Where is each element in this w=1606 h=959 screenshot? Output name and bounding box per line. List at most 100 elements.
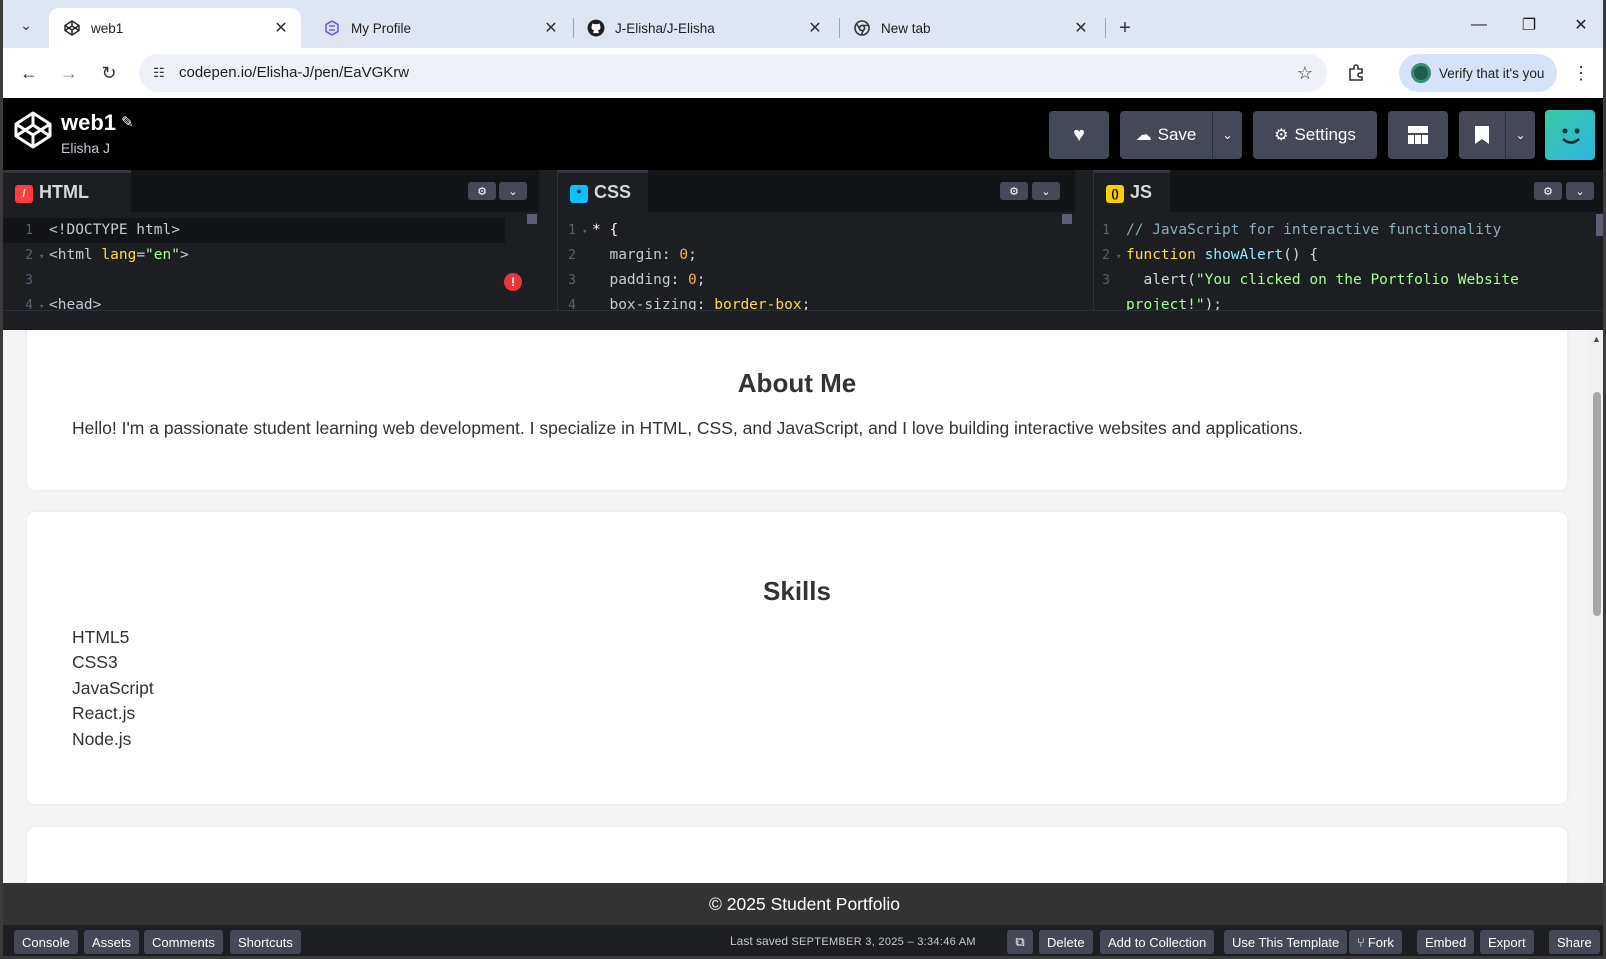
back-icon[interactable]: ←	[13, 57, 45, 89]
browser-toolbar: ← → ↻ ☷ codepen.io/Elisha-J/pen/EaVGKrw …	[3, 48, 1603, 98]
verify-label: Verify that it's you	[1439, 65, 1545, 81]
kebab-menu-icon[interactable]: ⋮	[1569, 60, 1593, 86]
chevron-down-icon: ⌄	[1222, 128, 1233, 142]
settings-button[interactable]: ⚙ Settings	[1253, 111, 1377, 159]
scrollbar-thumb[interactable]	[1062, 214, 1072, 224]
console-button[interactable]: Console	[14, 930, 78, 954]
heart-icon: ♥	[1073, 123, 1085, 146]
new-tab-icon[interactable]: +	[1111, 14, 1139, 42]
address-bar[interactable]: ☷ codepen.io/Elisha-J/pen/EaVGKrw ☆	[139, 54, 1327, 92]
site-info-icon[interactable]: ☷	[149, 63, 169, 83]
editor-header: () JS ⚙ ⌄	[1094, 170, 1603, 212]
delete-button[interactable]: Delete	[1039, 930, 1093, 954]
editor-panels: / HTML ⚙ ⌄ 1 <!DOCTYPE html> 2 ▾ <html lang…	[3, 170, 1603, 313]
scrollbar-thumb[interactable]	[1593, 392, 1601, 616]
codepen-logo-icon[interactable]	[13, 110, 53, 150]
close-icon[interactable]: ✕	[541, 18, 561, 38]
fork-button[interactable]: ⑂ Fork	[1349, 930, 1402, 954]
skill-item: HTML5	[72, 627, 130, 647]
gear-icon[interactable]: ⚙	[1534, 182, 1562, 200]
js-editor-tab[interactable]: () JS	[1094, 170, 1170, 212]
preview-pane: About Me Hello! I'm a passionate student…	[3, 330, 1588, 883]
comments-button[interactable]: Comments	[144, 930, 223, 954]
editor-label: CSS	[594, 182, 632, 202]
pen-title[interactable]: web1	[61, 110, 116, 136]
close-icon[interactable]: ✕	[1071, 18, 1091, 38]
window-close-icon[interactable]: ✕	[1561, 10, 1601, 40]
scrollbar-thumb[interactable]	[527, 214, 537, 224]
forward-icon[interactable]: →	[53, 57, 85, 89]
gear-icon[interactable]: ⚙	[468, 182, 496, 200]
shortcuts-button[interactable]: Shortcuts	[230, 930, 301, 954]
editor-resize-handle[interactable]	[3, 310, 1603, 330]
share-button[interactable]: Share	[1549, 930, 1600, 954]
love-button[interactable]: ♥	[1049, 111, 1109, 159]
skills-heading: Skills	[763, 576, 831, 606]
bookmark-button[interactable]	[1459, 111, 1505, 159]
codepen-header: web1 ✎ Elisha J ♥ ☁ Save ⌄ ⚙ Settings ⌄	[3, 98, 1603, 170]
extensions-icon[interactable]	[1343, 60, 1369, 86]
scrollbar-thumb[interactable]	[1596, 214, 1603, 236]
save-options-button[interactable]: ⌄	[1212, 111, 1242, 159]
restore-icon[interactable]: ❐	[1509, 10, 1549, 40]
add-to-collection-button[interactable]: Add to Collection	[1100, 930, 1215, 954]
tab-search-icon[interactable]: ⌄	[11, 10, 41, 40]
tab-my-profile[interactable]: My Profile ✕	[309, 8, 571, 48]
scroll-up-icon[interactable]: ▲	[1592, 334, 1601, 344]
about-text: Hello! I'm a passionate student learning…	[72, 418, 1303, 438]
user-avatar[interactable]	[1545, 110, 1595, 160]
assets-button[interactable]: Assets	[84, 930, 140, 954]
use-template-button[interactable]: Use This Template	[1224, 930, 1348, 954]
reload-icon[interactable]: ↻	[93, 57, 125, 89]
html-editor[interactable]: / HTML ⚙ ⌄ 1 <!DOCTYPE html> 2 ▾ <html lang…	[3, 170, 539, 313]
code-area[interactable]: 1// JavaScript for interactive functiona…	[1080, 218, 1592, 318]
bookmark-star-icon[interactable]: ☆	[1293, 61, 1317, 85]
minimize-icon[interactable]: —	[1459, 10, 1499, 40]
code-area[interactable]: 1 <!DOCTYPE html> 2 ▾ <html lang="en"> 3 4 ▾…	[3, 218, 539, 318]
css-editor-tab[interactable]: * CSS	[558, 170, 648, 212]
code-line: 3	[25, 273, 33, 288]
tab-new-tab[interactable]: New tab ✕	[839, 8, 1101, 48]
pen-author[interactable]: Elisha J	[61, 140, 110, 156]
close-icon[interactable]: ✕	[805, 18, 825, 38]
about-section: About Me Hello! I'm a passionate student…	[27, 330, 1567, 490]
skills-section: Skills HTML5 CSS3 JavaScript React.js No…	[27, 512, 1567, 804]
about-heading: About Me	[737, 368, 857, 398]
browser-window: ⌄ web1 ✕ My Profile ✕ J-Elisha/J-Elisha …	[0, 0, 1606, 959]
close-icon[interactable]: ✕	[271, 18, 291, 38]
html-editor-tab[interactable]: / HTML	[3, 170, 131, 212]
edit-pencil-icon[interactable]: ✎	[121, 113, 134, 131]
skill-item: JavaScript	[72, 678, 154, 698]
tab-web1[interactable]: web1 ✕	[49, 8, 301, 48]
js-editor[interactable]: () JS ⚙ ⌄ 1// JavaScript for interactive…	[1093, 170, 1603, 313]
save-button[interactable]: ☁ Save	[1120, 111, 1212, 159]
tab-github[interactable]: J-Elisha/J-Elisha ✕	[573, 8, 835, 48]
tab-separator	[1105, 18, 1106, 38]
export-button[interactable]: Export	[1480, 930, 1534, 954]
github-icon	[587, 19, 605, 37]
bookmark-options-button[interactable]: ⌄	[1505, 111, 1535, 159]
embed-button[interactable]: Embed	[1417, 930, 1475, 954]
layout-button[interactable]	[1388, 111, 1448, 159]
editor-header: * CSS ⚙ ⌄	[558, 170, 1075, 212]
open-external-button[interactable]: ⧉	[1007, 930, 1033, 954]
codepen-bottom-bar: Console Assets Comments Shortcuts Last s…	[3, 925, 1603, 956]
cloud-icon: ☁	[1135, 127, 1152, 144]
tab-title: My Profile	[351, 20, 412, 36]
tab-strip: ⌄ web1 ✕ My Profile ✕ J-Elisha/J-Elisha …	[3, 0, 1603, 48]
chevron-down-icon[interactable]: ⌄	[1566, 182, 1594, 200]
preview-scrollbar[interactable]: ▲ ▼	[1588, 330, 1603, 910]
css-editor[interactable]: * CSS ⚙ ⌄ 1 ▾ * { 2 margin: 0; 3 padding: …	[557, 170, 1075, 313]
chevron-down-icon[interactable]: ⌄	[1032, 182, 1060, 200]
external-link-icon: ⧉	[1015, 934, 1025, 949]
code-area[interactable]: 1 ▾ * { 2 margin: 0; 3 padding: 0; 4 box-s…	[546, 218, 1063, 318]
bookmark-icon	[1475, 126, 1489, 144]
code-line: 2 margin: 0;	[568, 247, 697, 263]
chevron-down-icon[interactable]: ⌄	[499, 182, 527, 200]
code-line: 2 ▾ function showAlert() {	[1102, 247, 1319, 263]
verify-identity-button[interactable]: Verify that it's you	[1399, 54, 1557, 92]
chevron-down-icon: ⌄	[1515, 128, 1526, 142]
gear-icon[interactable]: ⚙	[1000, 182, 1028, 200]
error-icon[interactable]: !	[504, 273, 522, 291]
tab-title: New tab	[881, 20, 931, 36]
